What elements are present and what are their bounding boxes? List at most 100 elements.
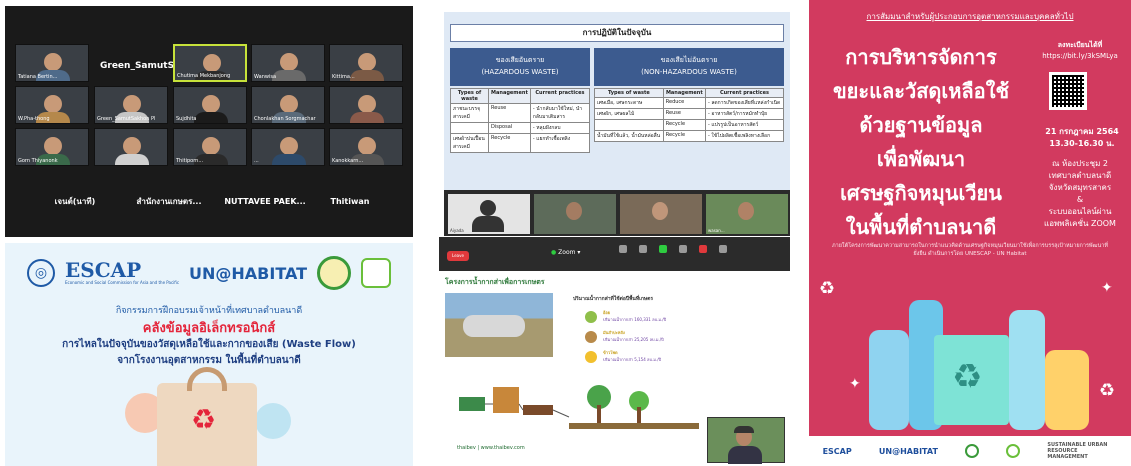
video-thumbnail[interactable]: [534, 194, 616, 234]
cell: [449, 122, 490, 134]
escap-wordmark: ESCAP: [65, 258, 142, 282]
date-line: 21 กรกฎาคม 2564: [1045, 127, 1119, 136]
thumbnail-label: Aiyada: [450, 228, 464, 233]
video-tile[interactable]: Gorn Thiyanonk: [15, 128, 89, 166]
video-strip: Aiyada wasan...: [444, 190, 790, 236]
col-type: Types of waste: [594, 88, 664, 98]
table-row: Recycle - แปรรูปเป็นอาหารสัตว์: [594, 119, 785, 131]
name-only-tile[interactable]: เจนต์(นาที): [35, 184, 115, 218]
video-tile[interactable]: ...: [251, 128, 325, 166]
leave-button[interactable]: Leave: [447, 251, 469, 261]
sugarcane-icon: [585, 311, 597, 323]
video-tile[interactable]: [329, 86, 403, 124]
register-url[interactable]: https://bit.ly/3kSMLya: [1031, 51, 1129, 62]
record-icon[interactable]: [699, 245, 707, 253]
col-practices: Current practices: [529, 88, 591, 104]
name-only-tile[interactable]: สำนักงานเกษตร...: [123, 184, 215, 218]
more-icon[interactable]: [719, 245, 727, 253]
time-line: 13.30-16.30 น.: [1049, 139, 1115, 148]
headline-line: เพื่อพัฒนา: [876, 147, 966, 171]
video-tile[interactable]: Chutima Mekbanjong: [173, 44, 247, 82]
non-hazardous-header-en: (NON-HAZARDOUS WASTE): [641, 68, 737, 76]
video-tile[interactable]: Green_SamutSakhon Pl: [94, 86, 168, 124]
tree-trunk: [597, 405, 601, 425]
cell: Reduce: [662, 97, 706, 109]
zoom-label: Zoom: [558, 249, 576, 256]
video-tile[interactable]: [94, 128, 168, 166]
cell: เศษผ้าปนเปื้อนสารเคมี: [449, 133, 490, 153]
escap-logo: ESCAP: [822, 446, 852, 456]
video-thumbnail[interactable]: Aiyada: [448, 194, 530, 234]
poster-fine-print: ภายใต้โครงการพัฒนาความสามารถในการนำแนวคิ…: [832, 243, 1108, 257]
video-tile[interactable]: Chonlakhan Sorgmachar: [251, 86, 325, 124]
info-title: ปริมาณน้ำกากส่าที่ใช้ต่อปีพื้นที่เกษตร: [573, 296, 654, 302]
video-tile[interactable]: W.Pha-thong: [15, 86, 89, 124]
participants-icon[interactable]: [679, 245, 687, 253]
name-only-tile[interactable]: Thitiwan: [315, 184, 385, 218]
crop-row: อ้อย ปริมาณน้ำกากส่า 160,331 ลบ.ม./ปี: [603, 309, 666, 323]
self-video-thumbnail[interactable]: [707, 417, 785, 464]
mute-icon[interactable]: [619, 245, 627, 253]
tile-name: Chutima Mekbanjong: [177, 73, 231, 79]
crop-name: ข้าวโพด: [603, 350, 618, 355]
headline-line: การบริหารจัดการ: [845, 45, 997, 69]
recycle-bin-illustration: ♻: [934, 335, 1009, 425]
waste-practice-slide-panel: การปฏิบัติในปัจจุบัน ของเสียอันตราย (HAZ…: [444, 12, 790, 236]
cell: - ใช้ไปผลิตเชื้อเพลิงทางเลือก: [704, 130, 785, 142]
hazardous-header-en: (HAZARDOUS WASTE): [481, 68, 559, 76]
qr-code-icon[interactable]: [1049, 72, 1087, 110]
cell: [594, 119, 664, 131]
un-globe-icon: ◎: [27, 259, 55, 287]
crop-name: มันสำปะหลัง: [603, 330, 625, 335]
hazardous-header: ของเสียอันตราย (HAZARDOUS WASTE): [450, 48, 590, 86]
process-diagram: [459, 385, 699, 429]
headline-line: ขยะและวัสดุเหลือใช้: [832, 79, 1010, 103]
cell: เศษเมือ, เศษกระดาษ: [594, 97, 664, 109]
cell: - ลดการเกิดของเสียที่แหล่งกำเนิด: [704, 97, 785, 109]
tree-trunk: [637, 407, 641, 425]
recycle-icon: ♻: [191, 403, 217, 436]
non-hazardous-header: ของเสียไม่อันตราย (NON-HAZARDOUS WASTE): [594, 48, 784, 86]
video-tile[interactable]: Sujdhita: [173, 86, 247, 124]
tile-name: Kittima...: [332, 74, 355, 80]
cell: เศษผัก, เศษผลไม้: [594, 108, 664, 120]
crop-value: ปริมาณน้ำกากส่า 160,331 ลบ.ม./ปี: [603, 317, 667, 322]
cell: - แยกทำเชื้อเพลิง: [529, 133, 591, 153]
bottle-illustration: [1009, 310, 1045, 430]
place-line: ณ ห้องประชุม 2: [1052, 159, 1108, 168]
cell: - นำกลับมาใช้ใหม่, นำกลับมาเติมสาร: [529, 103, 591, 123]
tile-name: ...: [254, 158, 259, 164]
video-tile[interactable]: Wanwisa: [251, 44, 325, 82]
tank-shape: [493, 387, 519, 413]
unhabitat-logo: UN@HABITAT: [189, 263, 308, 283]
poster-footer: ESCAP UN@HABITAT SUSTAINABLE URBAN RESOU…: [809, 436, 1131, 466]
cell: ภาชนะบรรจุสารเคมี: [449, 103, 490, 123]
name-only-tile[interactable]: NUTTAVEE PAEK...: [217, 184, 313, 218]
video-tile[interactable]: Tatiana Bertin...: [15, 44, 89, 82]
zoom-title: ● Zoom ▾: [551, 249, 581, 256]
tile-name: Thitiporn...: [176, 158, 204, 164]
table-row: Disposal - หลุมฝังกลบ: [449, 122, 591, 134]
unhabitat-logo: UN@HABITAT: [878, 446, 938, 456]
video-tile[interactable]: Thitiporn...: [173, 128, 247, 166]
bottle-illustration: [1045, 350, 1089, 430]
video-tile[interactable]: Kanokkarn...: [329, 128, 403, 166]
video-icon[interactable]: [639, 245, 647, 253]
video-tile[interactable]: Kittima...: [329, 44, 403, 82]
tile-name: Green_SamutSakhon Pl: [97, 116, 156, 122]
zoom-gallery-panel: Green_SamutSak... Tatiana Bertin... Chut…: [5, 6, 413, 237]
escap-subtitle: Economic and Social Commission for Asia …: [65, 280, 180, 285]
video-thumbnail[interactable]: wasan...: [706, 194, 788, 234]
table-row: ภาชนะบรรจุสารเคมี Reuse - นำกลับมาใช้ใหม…: [449, 103, 591, 123]
seminar-poster-panel: การสัมมนาสำหรับผู้ประกอบการอุตสาหกรรมและ…: [809, 0, 1131, 466]
video-thumbnail[interactable]: [620, 194, 702, 234]
share-icon[interactable]: [659, 245, 667, 253]
recycle-icon: ♻: [952, 357, 983, 397]
place-line: ระบบออนไลน์ผ่าน: [1048, 207, 1112, 216]
col-practices: Current practices: [704, 88, 785, 98]
poster-top-line: การสัมมนาสำหรับผู้ประกอบการอุตสาหกรรมและ…: [866, 12, 1074, 21]
escap-banner-panel: ◎ ESCAP Economic and Social Commission f…: [5, 243, 413, 466]
banner-line-4: จากโรงงานอุตสาหกรรม ในพื้นที่ตำบลนาดี: [117, 355, 301, 366]
col-type: Types of waste: [449, 88, 490, 104]
tile-name: Gorn Thiyanonk: [18, 158, 58, 164]
